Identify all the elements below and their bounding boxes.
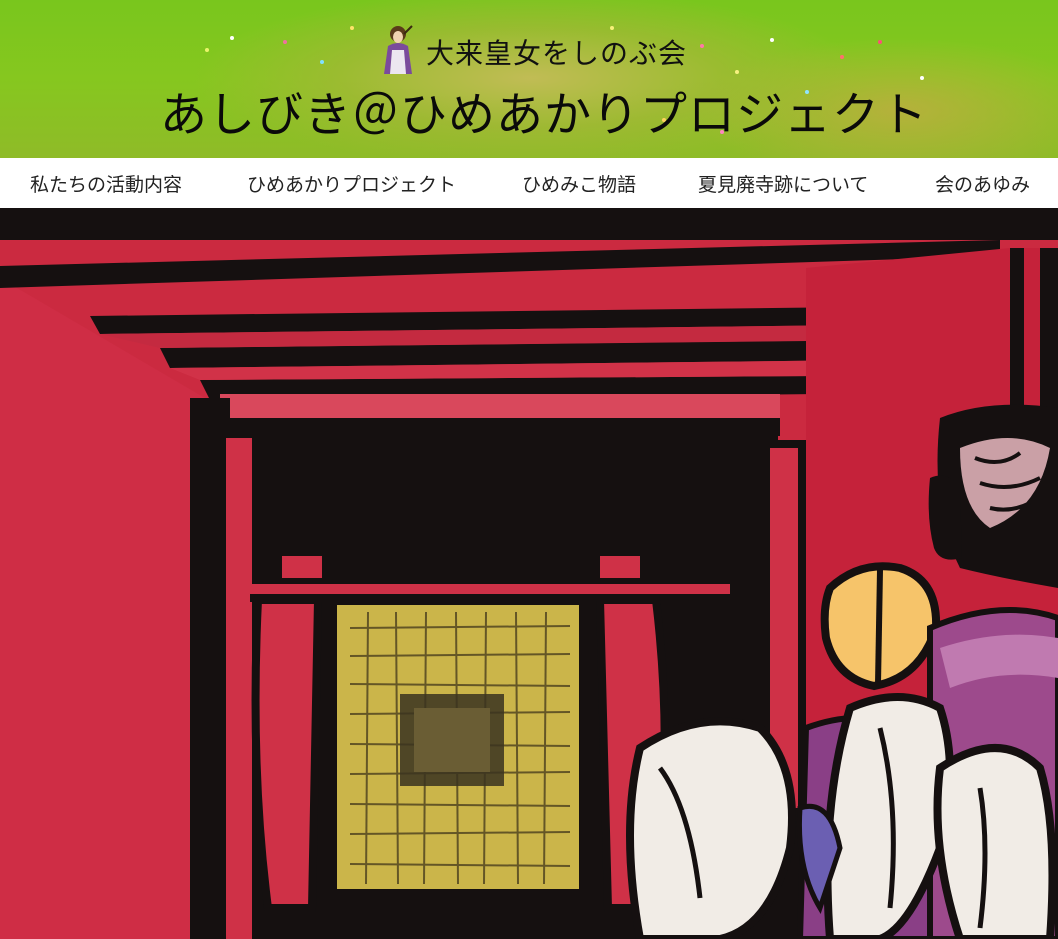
sparkle-decoration: [735, 70, 739, 74]
sparkle-decoration: [770, 38, 774, 42]
hero-image: [0, 208, 1058, 939]
sparkle-decoration: [610, 26, 614, 30]
nav-item-himeakari-project[interactable]: ひめあかりプロジェクト: [247, 170, 456, 197]
nav-item-himemiko-story[interactable]: ひめみこ物語: [522, 170, 636, 197]
nav-item-history[interactable]: 会のあゆみ: [935, 170, 1030, 197]
sparkle-decoration: [283, 40, 287, 44]
princess-figure-icon: [378, 24, 418, 76]
main-nav: 私たちの活動内容 ひめあかりプロジェクト ひめみこ物語 夏見廃寺跡について 会の…: [0, 158, 1058, 208]
sparkle-decoration: [230, 36, 234, 40]
paper-cutout-temple-scene: [0, 208, 1058, 939]
site-title[interactable]: あしびき＠ひめあかりプロジェクト: [160, 76, 928, 145]
nav-item-natsumi-temple[interactable]: 夏見廃寺跡について: [698, 170, 868, 197]
sparkle-decoration: [350, 26, 354, 30]
site-header: 大来皇女をしのぶ会 あしびき＠ひめあかりプロジェクト: [0, 0, 1058, 158]
site-subtitle: 大来皇女をしのぶ会: [426, 37, 688, 70]
sparkle-decoration: [320, 60, 324, 64]
nav-item-activities[interactable]: 私たちの活動内容: [30, 170, 182, 197]
sparkle-decoration: [700, 44, 704, 48]
sparkle-decoration: [205, 48, 209, 52]
sparkle-decoration: [840, 55, 844, 59]
sparkle-decoration: [878, 40, 882, 44]
